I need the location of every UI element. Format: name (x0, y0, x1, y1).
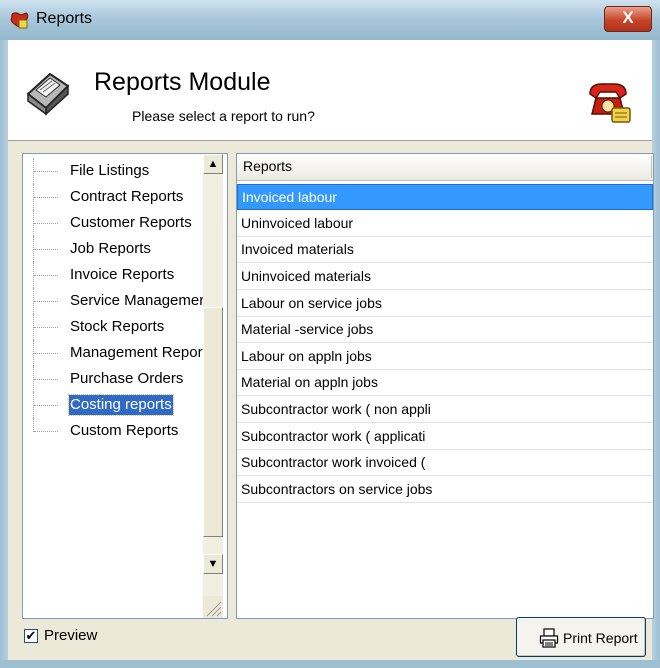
telephone-icon (589, 83, 631, 123)
report-row-invoiced-materials[interactable]: Invoiced materials (237, 237, 653, 263)
tree-item-customer-reports[interactable]: Customer Reports (23, 210, 209, 236)
tree-connector (34, 223, 58, 225)
tree-connector (33, 418, 35, 432)
tree-item-label[interactable]: Customer Reports (69, 213, 193, 233)
window-frame-left (0, 40, 8, 668)
report-row-label: Subcontractor work ( non appli (241, 401, 431, 417)
tree-connector (34, 353, 58, 355)
arrow-down-icon: ▼ (207, 558, 219, 570)
report-row-material-service-jobs[interactable]: Material -service jobs (237, 317, 653, 343)
tree-scrollbar[interactable]: ▲ ▼ (203, 154, 223, 618)
tree-item-label[interactable]: Purchase Orders (69, 369, 184, 389)
column-divider[interactable] (651, 156, 652, 178)
report-row-label: Subcontractor work invoiced ( (241, 454, 426, 470)
report-row-labour-service-jobs[interactable]: Labour on service jobs (237, 291, 653, 317)
report-row-label: Uninvoiced labour (241, 215, 354, 231)
tree-item-label[interactable]: Contract Reports (69, 187, 184, 207)
module-header: Reports Module Please select a report to… (8, 40, 652, 141)
report-row-subcontractor-applicati[interactable]: Subcontractor work ( applicati (237, 424, 653, 450)
tree-connector (34, 431, 58, 433)
tree-item-label[interactable]: Stock Reports (69, 317, 165, 337)
tree-connector (34, 405, 58, 407)
report-row-uninvoiced-materials[interactable]: Uninvoiced materials (237, 264, 653, 290)
report-row-material-appln-jobs[interactable]: Material on appln jobs (237, 370, 653, 396)
scrollbar-thumb[interactable] (203, 307, 223, 537)
tree-item-invoice-reports[interactable]: Invoice Reports (23, 262, 209, 288)
tree-item-service-management[interactable]: Service Management (23, 288, 212, 314)
title-bar: Reports X (0, 0, 660, 41)
tree-connector (34, 249, 58, 251)
tree-item-label[interactable]: Invoice Reports (69, 265, 175, 285)
scroll-up-button[interactable]: ▲ (203, 154, 223, 174)
tree-item-job-reports[interactable]: Job Reports (23, 236, 209, 262)
report-row-subcontractor-invoiced[interactable]: Subcontractor work invoiced ( (237, 450, 653, 476)
preview-checkbox[interactable]: ✔ (24, 629, 38, 643)
checkmark-icon: ✔ (25, 628, 37, 643)
tree-item-management-reports[interactable]: Management Reports (23, 340, 214, 366)
tree-item-label[interactable]: File Listings (69, 161, 150, 181)
print-button-label: Print Report (563, 630, 638, 646)
close-icon: X (622, 8, 634, 27)
report-row-uninvoiced-labour[interactable]: Uninvoiced labour (237, 211, 653, 237)
preview-label[interactable]: Preview (44, 627, 97, 644)
print-report-button[interactable]: Print Report (516, 617, 646, 657)
tree-item-purchase-orders[interactable]: Purchase Orders (23, 366, 209, 392)
tree-item-costing-reports[interactable]: Costing reports (23, 392, 209, 418)
report-row-subcontractors-service-jobs[interactable]: Subcontractors on service jobs (237, 477, 653, 503)
tree-item-label[interactable]: Service Management (69, 291, 213, 311)
scroll-down-button[interactable]: ▼ (203, 554, 223, 574)
report-row-label: Uninvoiced materials (241, 268, 371, 284)
tree-item-stock-reports[interactable]: Stock Reports (23, 314, 209, 340)
window-title: Reports (36, 10, 93, 27)
page-subtitle: Please select a report to run? (132, 108, 315, 124)
tree-item-file-listings[interactable]: File Listings (23, 158, 209, 184)
close-button[interactable]: X (604, 6, 652, 32)
tree-connector (34, 197, 58, 199)
page-title: Reports Module (94, 68, 271, 96)
reports-app-icon (10, 12, 29, 29)
report-row-label: Labour on service jobs (241, 295, 382, 311)
print-icon (539, 628, 559, 648)
column-header-label: Reports (243, 158, 293, 174)
arrow-up-icon: ▲ (207, 158, 219, 170)
window-frame-bottom (0, 660, 660, 668)
tree-connector (34, 379, 58, 381)
report-row-label: Invoiced labour (242, 189, 337, 205)
tree-item-label[interactable]: Costing reports (68, 394, 174, 416)
tree-item-label[interactable]: Custom Reports (69, 421, 179, 441)
reports-list[interactable]: Reports Invoiced labour Uninvoiced labou… (236, 153, 654, 619)
printer-icon (26, 72, 70, 116)
tree-connector (34, 301, 58, 303)
report-row-label: Labour on appln jobs (241, 348, 372, 364)
tree-connector (34, 171, 58, 173)
report-row-label: Subcontractor work ( applicati (241, 428, 426, 444)
tree-item-label[interactable]: Job Reports (69, 239, 152, 259)
report-row-invoiced-labour[interactable]: Invoiced labour (237, 184, 653, 210)
reports-column-header[interactable]: Reports (237, 154, 653, 181)
report-row-label: Material on appln jobs (241, 374, 378, 390)
report-category-tree[interactable]: File Listings Contract Reports Customer … (22, 153, 228, 619)
resize-grip-icon[interactable] (203, 596, 223, 618)
tree-item-label[interactable]: Management Reports (69, 343, 215, 363)
tree-connector (34, 327, 58, 329)
report-row-label: Subcontractors on service jobs (241, 481, 433, 497)
report-row-subcontractor-non-appli[interactable]: Subcontractor work ( non appli (237, 397, 653, 423)
tree-item-contract-reports[interactable]: Contract Reports (23, 184, 209, 210)
tree-item-custom-reports[interactable]: Custom Reports (23, 418, 209, 444)
tree-connector (34, 275, 58, 277)
report-row-labour-appln-jobs[interactable]: Labour on appln jobs (237, 344, 653, 370)
report-row-label: Material -service jobs (241, 321, 374, 337)
report-row-label: Invoiced materials (241, 241, 354, 257)
